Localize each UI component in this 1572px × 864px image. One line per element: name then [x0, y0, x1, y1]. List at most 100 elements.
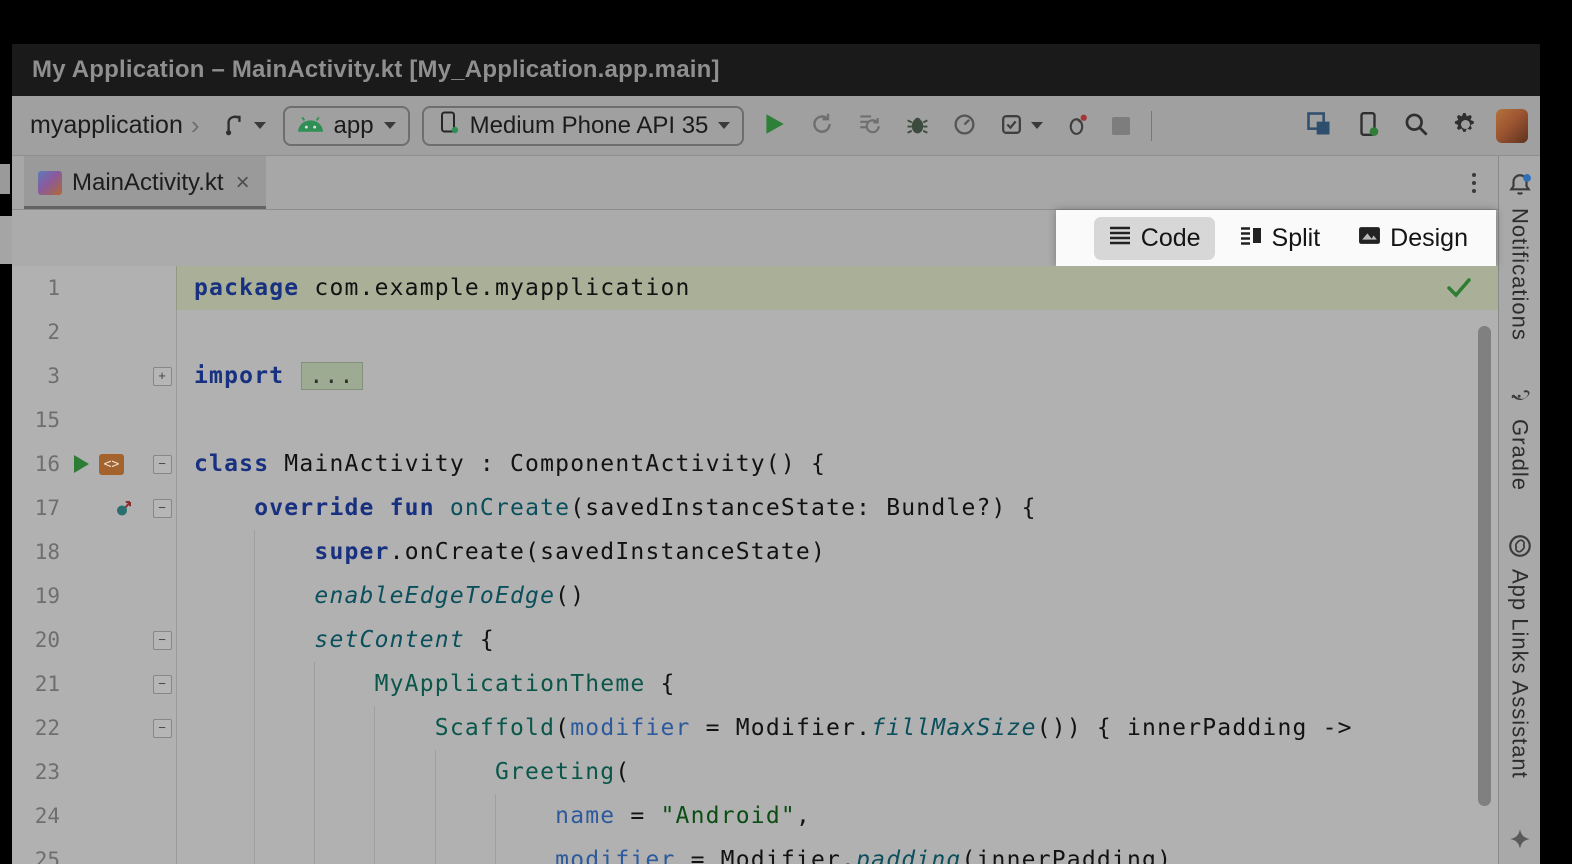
window-title: My Application – MainActivity.kt [My_App… — [32, 56, 720, 84]
device-selector[interactable]: Medium Phone API 35 — [422, 106, 745, 146]
split-view-icon — [1239, 224, 1263, 253]
tool-button-app-links-assistant[interactable]: App Links Assistant — [1507, 533, 1533, 779]
toolbar-separator — [1151, 111, 1152, 141]
fold-gutter: − — [148, 455, 176, 474]
close-tab-icon[interactable]: × — [234, 171, 252, 195]
chevron-down-icon — [718, 122, 730, 129]
code-line-24: 24 name = "Android", — [12, 794, 1498, 838]
attach-debugger-button[interactable] — [1060, 108, 1095, 144]
code-line-22: 22− Scaffold(modifier = Modifier.fillMax… — [12, 706, 1498, 750]
run-class-icon[interactable] — [74, 455, 89, 473]
code-line-1: 1 package com.example.myapplication — [12, 266, 1498, 310]
collapse-fold-icon[interactable]: − — [153, 675, 172, 694]
notifications-bell-icon — [1507, 172, 1533, 201]
line-number: 23 — [12, 760, 60, 784]
layout-inspector-button[interactable] — [1300, 106, 1338, 145]
collapse-fold-icon[interactable]: − — [153, 455, 172, 474]
left-edge-fragment — [0, 216, 12, 264]
view-mode-switcher: Code Split Design — [1056, 210, 1496, 266]
apply-changes-icon — [809, 111, 835, 140]
settings-button[interactable] — [1447, 107, 1484, 145]
apply-code-changes-icon — [857, 111, 883, 140]
android-icon — [297, 112, 324, 140]
line-number: 1 — [12, 276, 60, 300]
search-everywhere-button[interactable] — [1398, 107, 1435, 145]
code-text[interactable]: enableEdgeToEdge() — [176, 574, 1498, 618]
code-line-23: 23 Greeting( — [12, 750, 1498, 794]
class-icon: <> — [99, 454, 124, 475]
stop-icon — [1112, 117, 1130, 135]
editor-mode-bar: Code Split Design — [12, 210, 1498, 266]
tool-button-gradle[interactable]: Gradle — [1507, 383, 1533, 491]
user-avatar[interactable] — [1496, 109, 1528, 143]
profile-button[interactable] — [947, 108, 982, 144]
code-line-20: 20− setContent { — [12, 618, 1498, 662]
code-text[interactable]: class MainActivity : ComponentActivity()… — [176, 442, 1498, 486]
fold-gutter: − — [148, 719, 176, 738]
android-studio-window: My Application – MainActivity.kt [My_App… — [12, 44, 1540, 864]
editor-scrollbar-thumb[interactable] — [1478, 326, 1491, 806]
code-text[interactable]: import ... — [176, 354, 1498, 398]
code-text[interactable]: modifier = Modifier.padding(innerPadding… — [176, 838, 1498, 864]
screenshot-icon — [1355, 111, 1381, 140]
split-view-button[interactable]: Split — [1225, 217, 1335, 260]
debug-button[interactable] — [900, 108, 935, 144]
code-text[interactable]: setContent { — [176, 618, 1498, 662]
code-line-15: 15 — [12, 398, 1498, 442]
gutter-icons — [60, 498, 148, 518]
code-text[interactable] — [176, 310, 1498, 354]
tab-options-kebab-icon[interactable] — [1466, 167, 1482, 199]
code-text[interactable]: name = "Android", — [176, 794, 1498, 838]
chevron-down-icon — [1031, 122, 1043, 129]
inspection-status-icon[interactable] — [1446, 276, 1472, 301]
device-label: Medium Phone API 35 — [470, 112, 709, 140]
design-view-button[interactable]: Design — [1344, 217, 1482, 260]
code-text[interactable]: override fun onCreate(savedInstanceState… — [176, 486, 1498, 530]
mode-label: Split — [1272, 224, 1321, 253]
expand-fold-icon[interactable]: + — [153, 367, 172, 386]
code-text[interactable]: Scaffold(modifier = Modifier.fillMaxSize… — [176, 706, 1498, 750]
fold-gutter: − — [148, 675, 176, 694]
vcs-widget-button[interactable] — [216, 107, 271, 144]
vcs-branch-icon — [221, 111, 247, 140]
run-config-selector[interactable]: app — [283, 106, 410, 146]
tab-mainactivity[interactable]: MainActivity.kt × — [24, 156, 266, 209]
chevron-down-icon — [384, 122, 396, 129]
line-number: 3 — [12, 364, 60, 388]
code-text[interactable]: Greeting( — [176, 750, 1498, 794]
apply-code-changes-button[interactable] — [852, 107, 888, 144]
attach-debugger-icon — [1065, 112, 1090, 140]
run-button[interactable] — [756, 107, 792, 144]
collapse-fold-icon[interactable]: − — [153, 631, 172, 650]
fold-gutter: + — [148, 367, 176, 386]
editor-tab-bar: MainActivity.kt × — [12, 156, 1498, 210]
code-text[interactable]: package com.example.myapplication — [176, 266, 1498, 310]
code-text[interactable]: MyApplicationTheme { — [176, 662, 1498, 706]
gradle-icon — [1507, 383, 1533, 412]
mode-label: Code — [1141, 224, 1201, 253]
code-line-25: 25 modifier = Modifier.padding(innerPadd… — [12, 838, 1498, 864]
line-number: 18 — [12, 540, 60, 564]
code-editor: 1 package com.example.myapplication 23 +imp… — [12, 266, 1498, 864]
overriding-method-icon[interactable] — [114, 498, 134, 518]
kotlin-file-icon — [38, 171, 62, 195]
apply-changes-button[interactable] — [804, 107, 840, 144]
code-text[interactable]: super.onCreate(savedInstanceState) — [176, 530, 1498, 574]
code-text[interactable] — [176, 398, 1498, 442]
coverage-icon — [999, 112, 1024, 140]
coverage-button[interactable] — [994, 108, 1048, 144]
line-number: 25 — [12, 848, 60, 864]
window-titlebar: My Application – MainActivity.kt [My_App… — [12, 44, 1540, 96]
project-breadcrumb[interactable]: myapplication › — [26, 108, 204, 143]
device-screenshot-button[interactable] — [1350, 107, 1386, 144]
stop-button[interactable] — [1107, 113, 1135, 139]
line-number: 19 — [12, 584, 60, 608]
chevron-down-icon — [254, 122, 266, 129]
code-line-3: 3 +import ... — [12, 354, 1498, 398]
tool-button-label: App Links Assistant — [1507, 569, 1533, 779]
collapse-fold-icon[interactable]: − — [153, 499, 172, 518]
code-view-button[interactable]: Code — [1094, 217, 1215, 260]
collapse-fold-icon[interactable]: − — [153, 719, 172, 738]
tool-button-notifications[interactable]: Notifications — [1507, 172, 1533, 341]
ai-assistant-sparkle-icon[interactable] — [1508, 827, 1532, 854]
